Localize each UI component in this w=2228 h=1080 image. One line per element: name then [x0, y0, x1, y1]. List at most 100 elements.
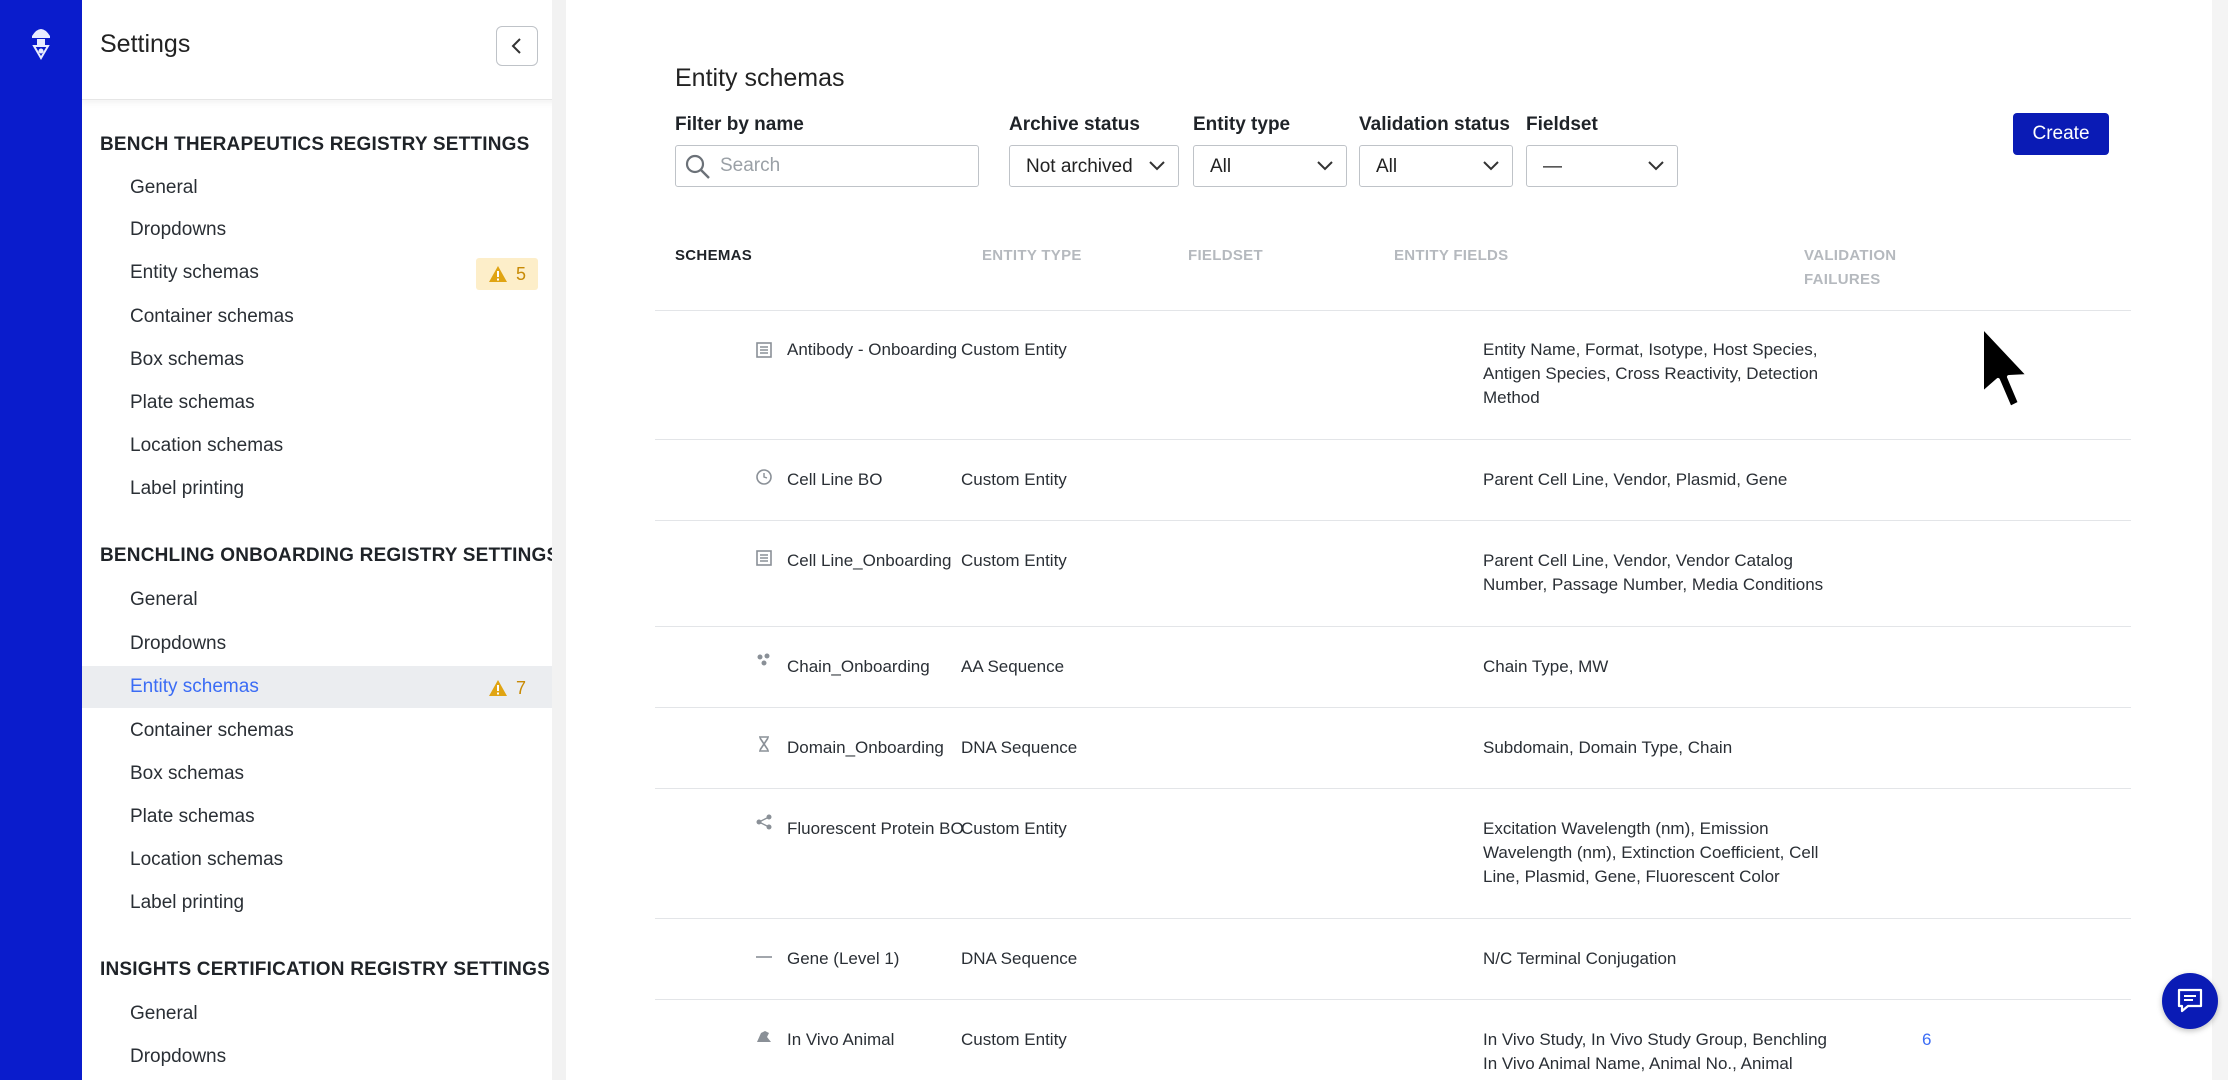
column-header-entity-fields[interactable]: ENTITY FIELDS — [1394, 244, 1508, 268]
validation-failures-link[interactable]: 6 — [1922, 1028, 1931, 1052]
sidebar-item-plate-schemas[interactable]: Plate schemas — [82, 796, 552, 838]
app-rail — [0, 0, 82, 1080]
schema-name[interactable]: Domain_Onboarding — [787, 736, 944, 760]
field-line: Wavelength (nm), Extinction Coefficient,… — [1483, 843, 1819, 862]
sidebar-item-label: Label printing — [130, 892, 245, 913]
sidebar-item-container-schemas[interactable]: Container schemas — [82, 296, 552, 338]
schema-entity-fields: Subdomain, Domain Type, Chain — [1483, 736, 1863, 760]
sidebar-item-box-schemas[interactable]: Box schemas — [82, 339, 552, 381]
sidebar-item-label-printing[interactable]: Label printing — [82, 468, 552, 510]
archive-status-select[interactable]: Not archived — [1009, 145, 1179, 187]
sidebar-item-dropdowns[interactable]: Dropdowns — [82, 623, 552, 665]
benchling-logo-icon[interactable] — [26, 24, 56, 60]
sidebar-item-dropdowns[interactable]: Dropdowns — [82, 209, 552, 251]
column-header-schemas[interactable]: SCHEMAS — [675, 244, 752, 268]
entity-type-select[interactable]: All — [1193, 145, 1347, 187]
warning-icon — [488, 266, 507, 282]
create-button[interactable]: Create — [2013, 113, 2109, 155]
chevron-down-icon — [1317, 161, 1333, 171]
sidebar-item-plate-schemas[interactable]: Plate schemas — [82, 382, 552, 424]
schema-entity-fields: Excitation Wavelength (nm), Emission Wav… — [1483, 817, 1863, 889]
validation-status-label: Validation status — [1359, 114, 1510, 135]
column-header-validation-line-2: FAILURES — [1804, 271, 1881, 288]
section-title-insights-certification: INSIGHTS CERTIFICATION REGISTRY SETTINGS — [100, 959, 550, 980]
column-header-validation-line-1: VALIDATION — [1804, 247, 1897, 264]
schema-name[interactable]: Antibody - Onboarding — [787, 338, 957, 362]
chat-icon — [2177, 988, 2203, 1013]
schema-entity-type: Custom Entity — [961, 551, 1067, 570]
main-content: Entity schemas Filter by name Archive st… — [566, 0, 2228, 1080]
aa-sequence-icon — [757, 653, 770, 666]
table-row[interactable]: Fluorescent Protein BO Custom Entity Exc… — [655, 790, 2131, 919]
field-line: N/C Terminal Conjugation — [1483, 949, 1677, 968]
section-title-bench-therapeutics: BENCH THERAPEUTICS REGISTRY SETTINGS — [100, 134, 530, 155]
chevron-left-icon — [511, 38, 521, 54]
field-line: Line, Plasmid, Gene, Fluorescent Color — [1483, 867, 1780, 886]
validation-status-select[interactable]: All — [1359, 145, 1513, 187]
schema-name[interactable]: Cell Line BO — [787, 468, 882, 492]
sidebar-item-general[interactable]: General — [82, 579, 552, 621]
search-icon — [685, 154, 710, 179]
sidebar-item-general[interactable]: General — [82, 167, 552, 209]
table-row[interactable]: Domain_Onboarding DNA Sequence Subdomain… — [655, 709, 2131, 789]
schema-name[interactable]: Gene (Level 1) — [787, 947, 899, 971]
schema-entity-fields: In Vivo Study, In Vivo Study Group, Benc… — [1483, 1028, 1863, 1076]
sidebar-item-label: Dropdowns — [130, 1046, 227, 1067]
schema-entity-fields: N/C Terminal Conjugation — [1483, 947, 1863, 971]
sidebar-item-label: Entity schemas — [130, 676, 259, 697]
chevron-down-icon — [1648, 161, 1664, 171]
table-row[interactable]: In Vivo Animal Custom Entity In Vivo Stu… — [655, 1001, 2131, 1080]
sidebar-item-container-schemas[interactable]: Container schemas — [82, 710, 552, 752]
sidebar-item-general[interactable]: General — [82, 993, 552, 1035]
schema-entity-fields: Entity Name, Format, Isotype, Host Speci… — [1483, 338, 1863, 410]
sidebar-item-entity-schemas-active[interactable]: Entity schemas 7 — [82, 666, 552, 708]
search-input[interactable] — [720, 154, 970, 178]
list-icon — [756, 342, 772, 358]
field-line: Antigen Species, Cross Reactivity, Detec… — [1483, 364, 1819, 383]
chat-support-button[interactable] — [2162, 973, 2218, 1029]
entity-type-value: All — [1210, 156, 1232, 177]
page-title: Entity schemas — [675, 64, 845, 92]
sidebar-item-location-schemas[interactable]: Location schemas — [82, 425, 552, 467]
settings-sidebar: Settings BENCH THERAPEUTICS REGISTRY SET… — [82, 0, 566, 1080]
table-row[interactable]: Cell Line BO Custom Entity Parent Cell L… — [655, 441, 2131, 521]
schema-name[interactable]: Fluorescent Protein BO — [787, 817, 964, 841]
sidebar-item-dropdowns[interactable]: Dropdowns — [82, 1036, 552, 1078]
warning-count: 7 — [515, 677, 526, 698]
sidebar-item-location-schemas[interactable]: Location schemas — [82, 839, 552, 881]
clock-icon — [756, 469, 772, 485]
sidebar-item-entity-schemas[interactable]: Entity schemas 5 — [82, 252, 552, 294]
collapse-sidebar-button[interactable] — [496, 26, 538, 66]
schema-entity-type: DNA Sequence — [961, 738, 1078, 757]
warning-icon — [488, 680, 507, 696]
schema-entity-fields: Parent Cell Line, Vendor, Plasmid, Gene — [1483, 468, 1863, 492]
filter-by-name-label: Filter by name — [675, 114, 804, 135]
sidebar-item-label: Plate schemas — [130, 392, 255, 413]
schema-name[interactable]: In Vivo Animal — [787, 1028, 894, 1052]
column-header-validation-failures[interactable]: VALIDATION FAILURES — [1804, 244, 1896, 292]
field-line: Subdomain, Domain Type, Chain — [1483, 738, 1733, 757]
fieldset-select[interactable]: — — [1526, 145, 1678, 187]
sidebar-item-box-schemas[interactable]: Box schemas — [82, 753, 552, 795]
fieldset-label: Fieldset — [1526, 114, 1598, 135]
sidebar-scrollbar[interactable] — [552, 100, 566, 370]
sidebar-item-label: Dropdowns — [130, 633, 227, 654]
schema-name[interactable]: Cell Line_Onboarding — [787, 549, 951, 573]
schema-name[interactable]: Chain_Onboarding — [787, 655, 930, 679]
schema-entity-type: AA Sequence — [961, 657, 1065, 676]
field-line: In Vivo Animal Name, Animal No., Animal — [1483, 1054, 1793, 1073]
list-icon — [756, 550, 772, 566]
table-row[interactable]: Antibody - Onboarding Custom Entity Enti… — [655, 311, 2131, 440]
column-header-fieldset[interactable]: FIELDSET — [1188, 244, 1263, 268]
sidebar-item-label: Container schemas — [130, 720, 294, 741]
column-header-entity-type[interactable]: ENTITY TYPE — [982, 244, 1082, 268]
sidebar-item-label-printing[interactable]: Label printing — [82, 882, 552, 924]
table-row[interactable]: Gene (Level 1) DNA Sequence N/C Terminal… — [655, 920, 2131, 1000]
page-scrollbar[interactable] — [2212, 0, 2228, 1080]
mouse-cursor-icon — [1980, 324, 2031, 410]
table-row[interactable]: Chain_Onboarding AA Sequence Chain Type,… — [655, 628, 2131, 708]
line-icon — [756, 956, 772, 958]
sidebar-item-label: General — [130, 1003, 198, 1024]
search-field[interactable] — [675, 145, 979, 187]
table-row[interactable]: Cell Line_Onboarding Custom Entity Paren… — [655, 522, 2131, 627]
